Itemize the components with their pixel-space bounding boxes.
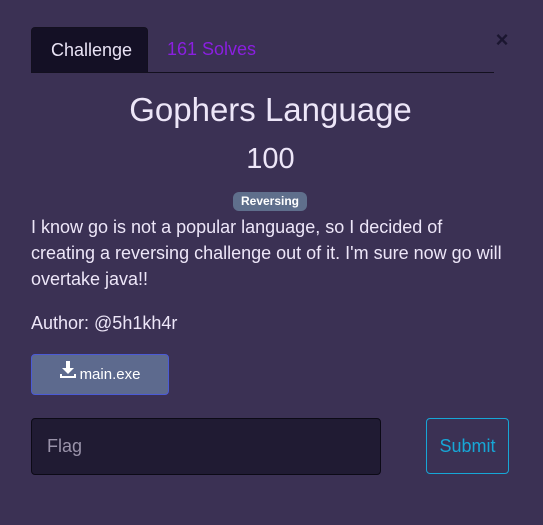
challenge-author: Author: @5h1kh4r	[31, 313, 178, 333]
challenge-title: Gophers Language	[129, 91, 412, 128]
challenge-points: 100	[246, 143, 295, 175]
challenge-modal: × Challenge 161 Solves Gophers Language …	[0, 0, 543, 525]
download-icon	[59, 354, 76, 393]
category-badge: Reversing	[233, 192, 307, 211]
flag-input[interactable]	[31, 418, 381, 475]
download-file-button[interactable]: main.exe	[31, 354, 169, 395]
tab-challenge[interactable]: Challenge	[31, 27, 148, 72]
submit-button[interactable]: Submit	[426, 418, 509, 474]
file-name-label: main.exe	[79, 366, 141, 383]
challenge-description: I know go is not a popular language, so …	[31, 217, 502, 289]
close-button[interactable]: ×	[491, 28, 513, 52]
tab-solves[interactable]: 161 Solves	[148, 27, 275, 72]
tab-bar: Challenge 161 Solves	[31, 27, 494, 73]
